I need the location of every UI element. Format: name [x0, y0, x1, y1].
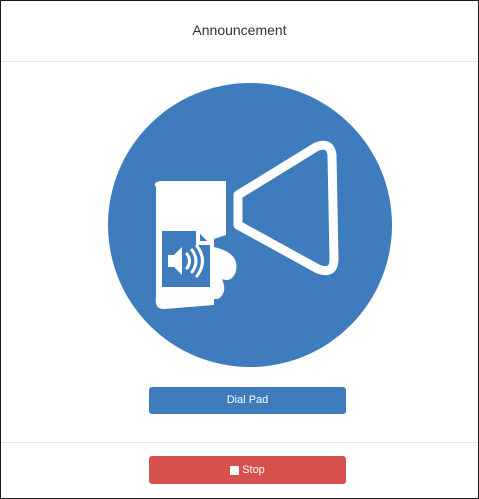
- dialog-title: Announcement: [192, 22, 287, 38]
- hero-circle: [108, 83, 392, 367]
- stop-button-label: Stop: [242, 464, 265, 476]
- announcement-hero: [108, 83, 392, 367]
- dialog-header: Announcement: [1, 1, 478, 62]
- dial-pad-button[interactable]: Dial Pad: [149, 387, 346, 414]
- stop-button[interactable]: Stop: [149, 456, 346, 484]
- audio-file-icon: [158, 227, 214, 291]
- megaphone-icon: [108, 83, 392, 367]
- dialog-footer: Stop: [1, 442, 478, 499]
- stop-icon: [230, 465, 240, 475]
- announcement-dialog: Announcement Dial Pad Stop: [0, 0, 479, 499]
